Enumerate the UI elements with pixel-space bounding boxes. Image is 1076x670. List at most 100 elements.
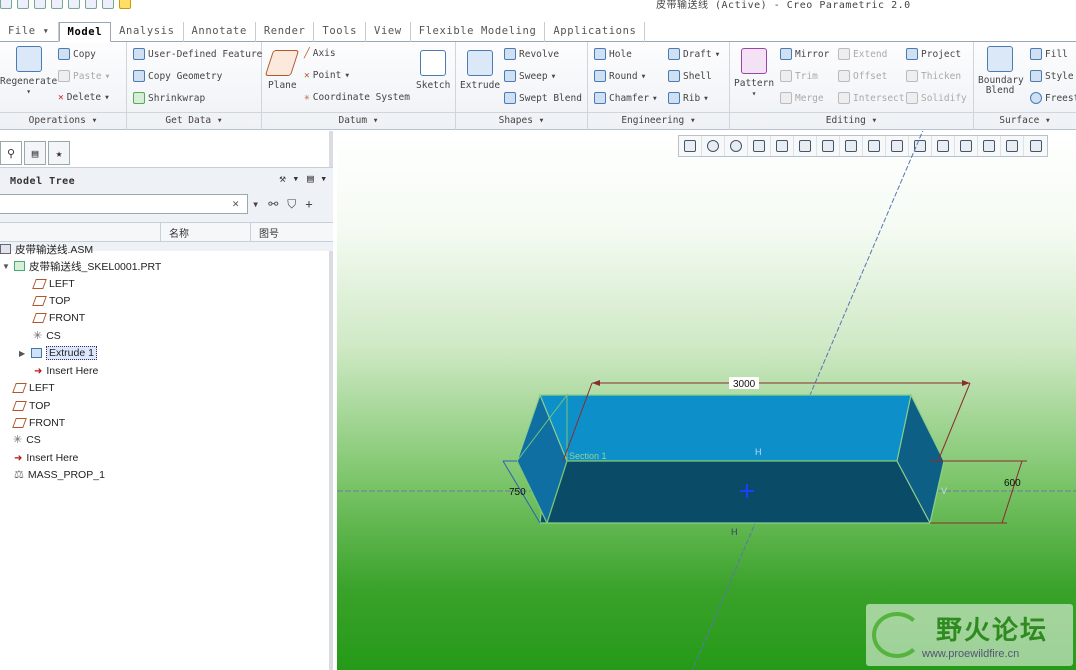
tree-node-insert-here-part[interactable]: ➜ Insert Here <box>34 363 98 379</box>
tree-node-asm[interactable]: 皮带输送线.ASM <box>0 241 93 257</box>
thicken-button[interactable]: Thicken <box>906 70 961 82</box>
show-menu-icon[interactable]: ▤ ▾ <box>307 172 327 185</box>
graphics-window[interactable]: 3000 600 750 Section 1 H V H <box>337 131 1076 670</box>
chamfer-button[interactable]: Chamfer ▾ <box>594 92 658 104</box>
tab-applications[interactable]: Applications <box>545 22 646 42</box>
tab-render[interactable]: Render <box>256 22 315 42</box>
boundary-blend-button[interactable]: Boundary Blend <box>978 46 1024 96</box>
column-name[interactable]: 名称 <box>161 223 251 241</box>
new-file-icon[interactable] <box>0 0 12 9</box>
clear-search-icon[interactable]: ✕ <box>232 197 239 210</box>
tree-node-asm-front-plane[interactable]: FRONT <box>12 415 65 431</box>
regenerate-quick-icon[interactable] <box>85 0 97 9</box>
udf-button[interactable]: User-Defined Feature <box>133 48 262 60</box>
delete-button[interactable]: ✕ Delete ▾ <box>58 92 110 103</box>
get-data-group-label[interactable]: Get Data ▾ <box>127 112 261 127</box>
close-window-icon[interactable] <box>119 0 131 9</box>
freestyle-button[interactable]: Freest <box>1030 92 1076 104</box>
tree-node-skel-prt[interactable]: ▼ 皮带输送线_SKEL0001.PRT <box>2 258 161 274</box>
tab-flexible-modeling[interactable]: Flexible Modeling <box>411 22 546 42</box>
style-button[interactable]: Style <box>1030 70 1074 82</box>
operations-group-label[interactable]: Operations ▾ <box>0 112 126 127</box>
tab-tools[interactable]: Tools <box>314 22 367 42</box>
coordinate-system-button[interactable]: ✳ Coordinate System <box>304 92 410 103</box>
filter-icon[interactable]: ⛉ <box>287 197 296 212</box>
shapes-group-label[interactable]: Shapes ▾ <box>456 112 587 127</box>
solidify-button[interactable]: Solidify <box>906 92 967 104</box>
mirror-button[interactable]: Mirror <box>780 48 829 60</box>
undo-icon[interactable] <box>51 0 63 9</box>
freestyle-icon <box>1030 92 1042 104</box>
copy-geometry-button[interactable]: Copy Geometry <box>133 70 222 82</box>
surface-group-label[interactable]: Surface ▾ <box>974 112 1076 127</box>
sketch-button[interactable]: Sketch <box>416 50 450 91</box>
trim-button[interactable]: Trim <box>780 70 818 82</box>
tree-node-top-plane[interactable]: TOP <box>32 293 70 309</box>
regenerate-button[interactable]: Regenerate ▾ <box>0 46 57 96</box>
tab-model[interactable]: Model <box>58 22 112 42</box>
tree-node-asm-top-plane[interactable]: TOP <box>12 398 50 414</box>
favorites-tab-icon[interactable]: ★ <box>48 141 70 165</box>
tree-node-asm-left-plane[interactable]: LEFT <box>12 380 55 396</box>
expand-triangle-icon[interactable]: ▶ <box>19 349 27 358</box>
redo-icon[interactable] <box>68 0 80 9</box>
hole-button[interactable]: Hole <box>594 48 632 60</box>
draft-button[interactable]: Draft ▾ <box>668 48 720 60</box>
rib-button[interactable]: Rib ▾ <box>668 92 709 104</box>
tree-node-insert-here-asm[interactable]: ➜ Insert Here <box>14 450 78 466</box>
tab-view[interactable]: View <box>366 22 411 42</box>
extrude-button[interactable]: Extrude <box>460 50 500 91</box>
group-engineering: Hole Round ▾ Chamfer ▾ Draft ▾ Shell Rib… <box>588 42 730 130</box>
find-binoculars-icon[interactable]: ⚯ <box>268 197 278 212</box>
round-button[interactable]: Round ▾ <box>594 70 646 82</box>
extend-button[interactable]: Extend <box>838 48 887 60</box>
shell-button[interactable]: Shell <box>668 70 712 82</box>
dim-3000-text[interactable]: 3000 <box>733 379 756 390</box>
tab-analysis[interactable]: Analysis <box>111 22 184 42</box>
project-button[interactable]: Project <box>906 48 961 60</box>
engineering-group-label[interactable]: Engineering ▾ <box>588 112 729 127</box>
pattern-button[interactable]: Pattern ▾ <box>734 48 774 98</box>
extrude-feature-icon <box>31 348 42 358</box>
swept-blend-button[interactable]: Swept Blend <box>504 92 582 104</box>
axis-button[interactable]: ╱ Axis <box>304 48 336 59</box>
windows-icon[interactable] <box>102 0 114 9</box>
plane-button[interactable]: Plane <box>265 50 300 91</box>
point-button[interactable]: ✕ Point ▾ <box>304 70 350 81</box>
point-icon: ✕ <box>304 70 310 81</box>
tree-node-asm-csys[interactable]: ✳ CS <box>13 432 41 448</box>
paste-button[interactable]: Paste ▾ <box>58 70 110 82</box>
model-tree-tab-icon[interactable]: ⚲ <box>0 141 22 165</box>
revolve-button[interactable]: Revolve <box>504 48 559 60</box>
tree-node-extrude[interactable]: ▶ Extrude 1 <box>19 345 97 361</box>
open-file-icon[interactable] <box>17 0 29 9</box>
tab-annotate[interactable]: Annotate <box>184 22 256 42</box>
add-column-icon[interactable]: + <box>305 197 312 212</box>
tree-node-front-plane[interactable]: FRONT <box>32 310 85 326</box>
folder-browser-tab-icon[interactable]: ▤ <box>24 141 46 165</box>
model-tree-search-input[interactable]: ✕ <box>0 194 248 214</box>
datum-group-label[interactable]: Datum ▾ <box>262 112 455 127</box>
shrinkwrap-button[interactable]: Shrinkwrap <box>133 92 205 104</box>
merge-button[interactable]: Merge <box>780 92 824 104</box>
tree-node-mass-prop[interactable]: ⚖ MASS_PROP_1 <box>14 467 105 483</box>
offset-button[interactable]: Offset <box>838 70 887 82</box>
tree-node-left-plane[interactable]: LEFT <box>32 276 75 292</box>
save-icon[interactable] <box>34 0 46 9</box>
datum-plane-icon <box>12 401 27 411</box>
search-dropdown-icon[interactable]: ▾ <box>252 197 259 212</box>
copy-button[interactable]: Copy <box>58 48 96 60</box>
model-viewport[interactable]: 3000 600 750 Section 1 H V H <box>337 131 1076 670</box>
fill-button[interactable]: Fill <box>1030 48 1068 60</box>
editing-group-label[interactable]: Editing ▾ <box>730 112 973 127</box>
intersect-button[interactable]: Intersect <box>838 92 904 104</box>
collapse-triangle-icon[interactable]: ▼ <box>2 262 10 271</box>
dim-600-text[interactable]: 600 <box>1004 478 1021 489</box>
column-drawing-number[interactable]: 图号 <box>251 223 333 241</box>
sweep-button[interactable]: Sweep ▾ <box>504 70 556 82</box>
settings-tool-icon[interactable]: ⚒ ▾ <box>279 172 299 185</box>
dim-750-text[interactable]: 750 <box>509 487 526 498</box>
tab-file[interactable]: File ▾ <box>0 22 59 42</box>
tree-node-csys[interactable]: ✳ CS <box>33 328 61 344</box>
section-label: Section 1 <box>569 451 607 461</box>
